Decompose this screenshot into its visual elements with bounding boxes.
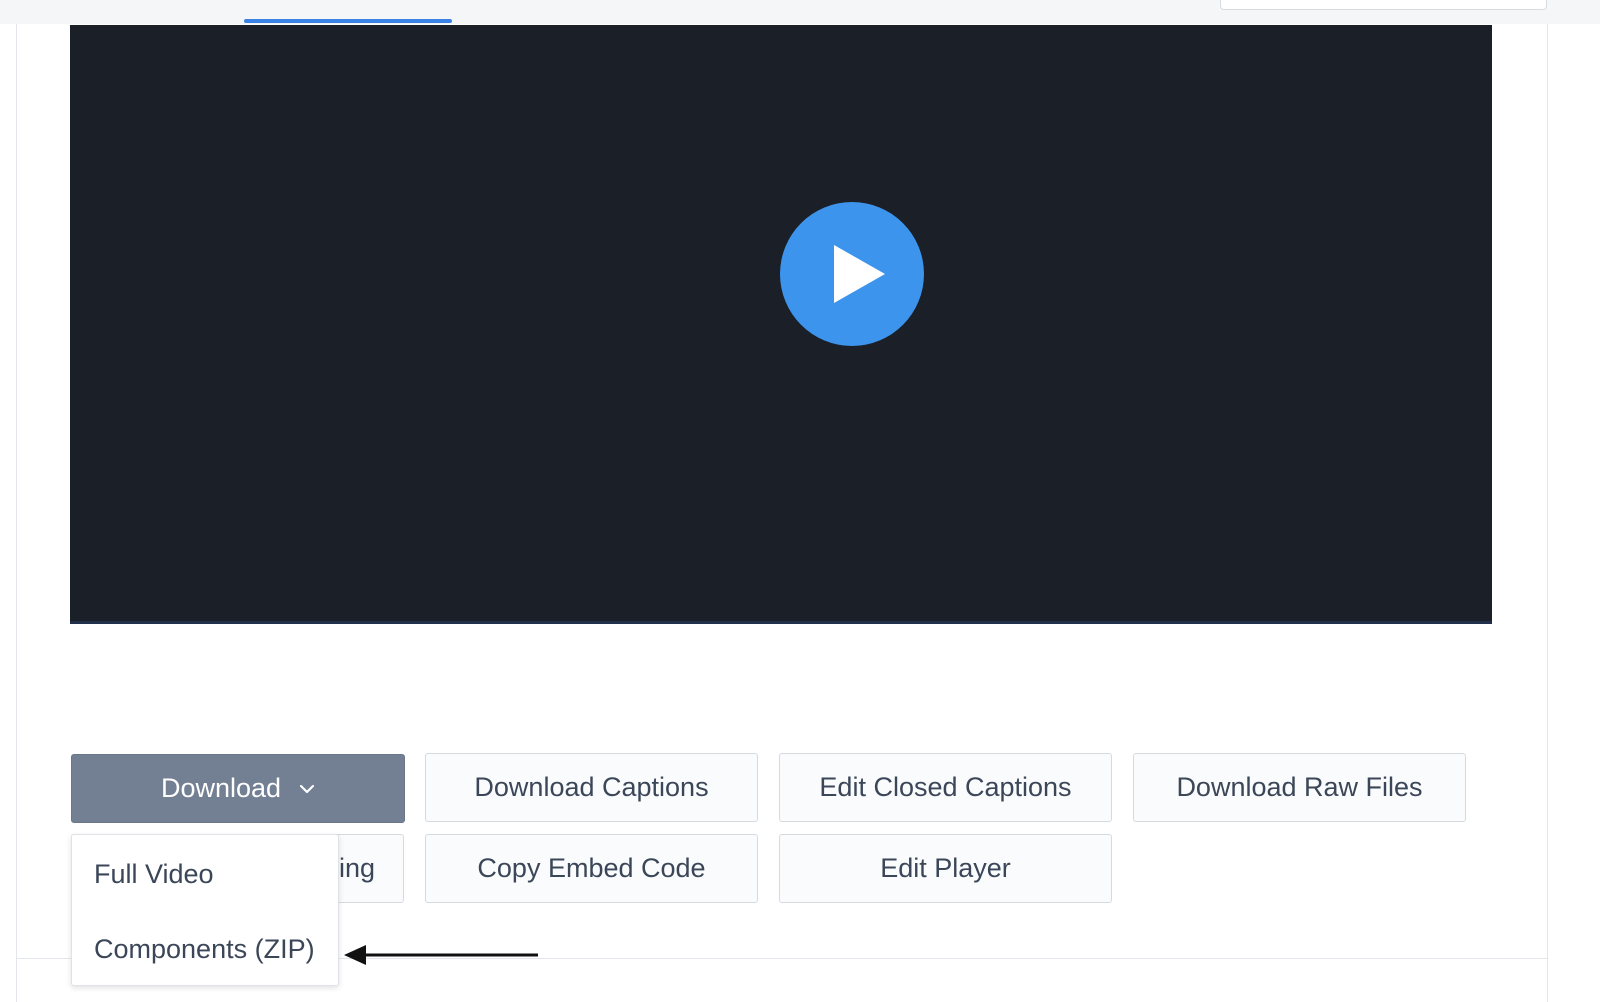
copy-embed-code-button[interactable]: Copy Embed Code <box>425 834 758 903</box>
active-tab-indicator <box>244 19 452 23</box>
edit-player-button[interactable]: Edit Player <box>779 834 1112 903</box>
video-player[interactable] <box>70 25 1492 624</box>
chevron-down-icon <box>299 784 315 794</box>
play-button[interactable] <box>780 202 924 346</box>
edit-closed-captions-label: Edit Closed Captions <box>819 772 1072 802</box>
download-captions-button[interactable]: Download Captions <box>425 753 758 822</box>
play-icon <box>834 245 885 303</box>
download-captions-label: Download Captions <box>474 772 709 802</box>
partially-hidden-label: ing <box>338 853 375 883</box>
edit-closed-captions-button[interactable]: Edit Closed Captions <box>779 753 1112 822</box>
download-dropdown-menu: Full Video Components (ZIP) <box>71 834 339 986</box>
menu-item-components-zip[interactable]: Components (ZIP) <box>94 934 315 965</box>
top-bar <box>0 0 1600 24</box>
copy-embed-code-label: Copy Embed Code <box>477 853 706 883</box>
download-button[interactable]: Download <box>71 754 405 823</box>
edit-player-label: Edit Player <box>880 853 1011 883</box>
arrow-left-icon <box>344 945 538 965</box>
download-button-label: Download <box>160 773 282 803</box>
page: Download Download Captions Edit Closed C… <box>0 0 1600 1002</box>
download-raw-files-button[interactable]: Download Raw Files <box>1133 753 1466 822</box>
menu-item-full-video[interactable]: Full Video <box>94 859 214 890</box>
download-raw-files-label: Download Raw Files <box>1176 772 1423 802</box>
search-input[interactable] <box>1220 0 1547 10</box>
